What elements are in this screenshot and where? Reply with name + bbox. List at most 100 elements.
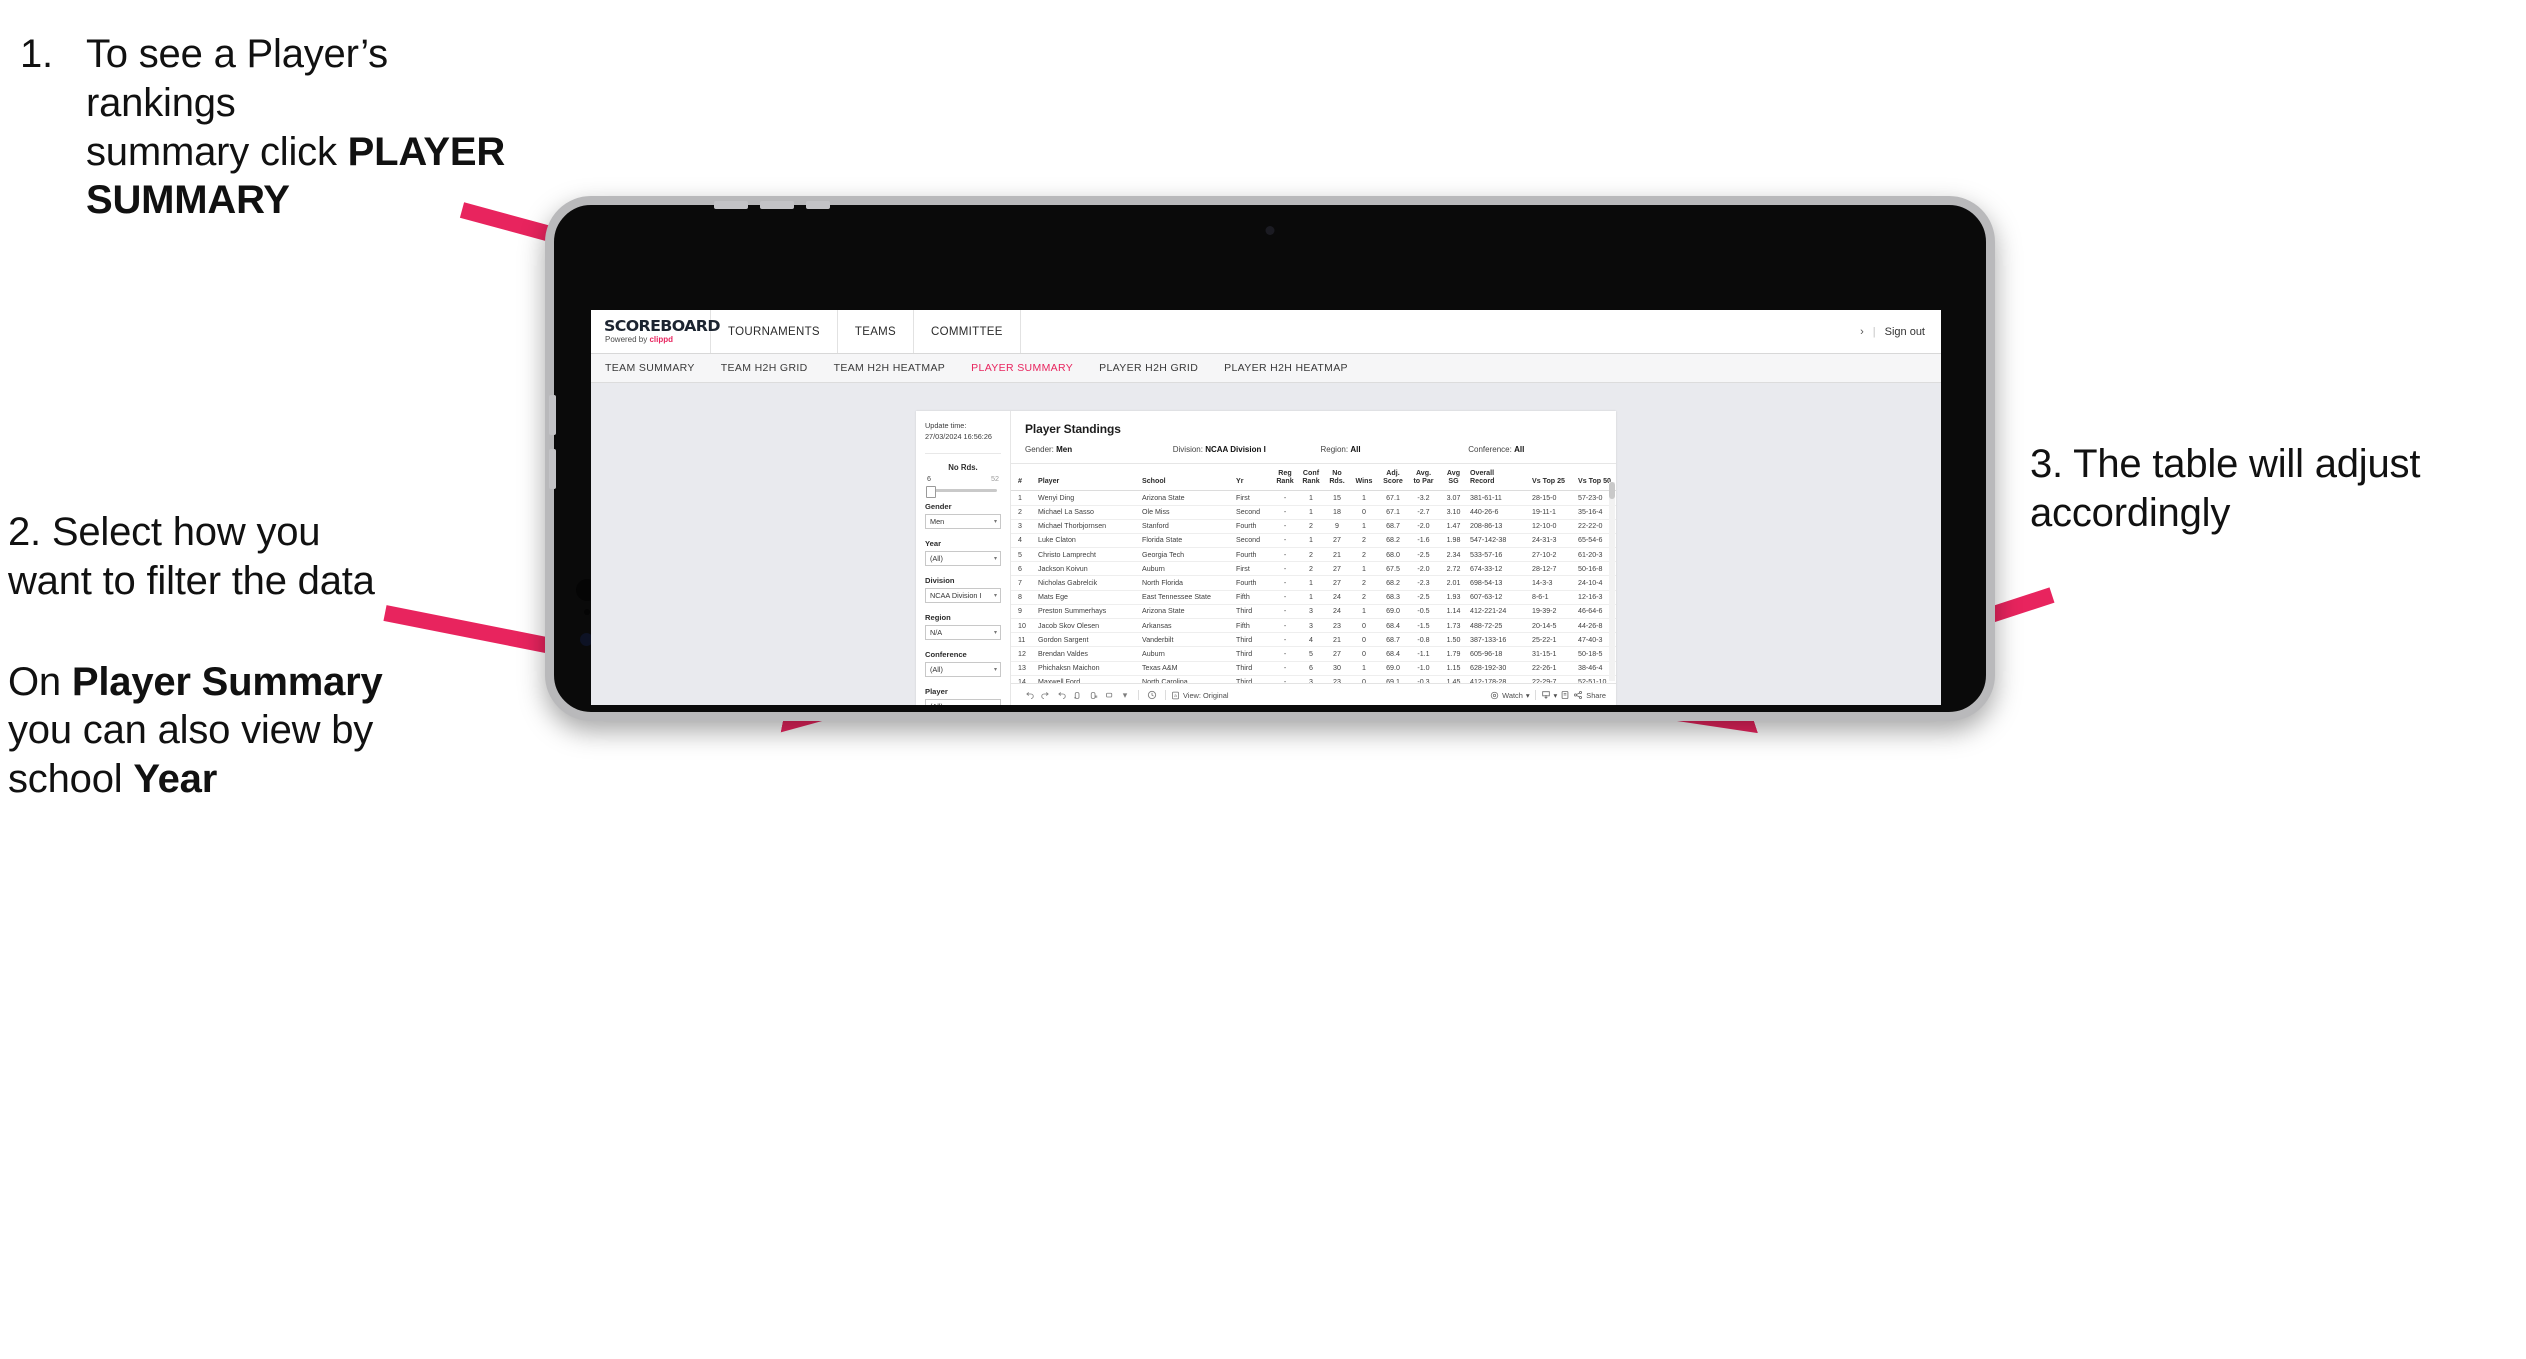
revert-icon[interactable] bbox=[1053, 691, 1069, 700]
col-reg-rank[interactable]: Reg Rank bbox=[1272, 464, 1298, 492]
table-scrollbar-thumb[interactable] bbox=[1609, 482, 1615, 499]
table-row[interactable]: 9 Preston Summerhays Arizona State Third -3 2… bbox=[1011, 604, 1616, 620]
nav-item-committee[interactable]: COMMITTEE bbox=[914, 310, 1021, 353]
sign-out-link[interactable]: Sign out bbox=[1885, 326, 1925, 338]
cell-player: Jackson Koivun bbox=[1036, 561, 1140, 577]
filter-year-select[interactable]: (All) ▾ bbox=[925, 551, 1001, 567]
svg-text:a: a bbox=[1174, 693, 1177, 698]
summary-gender-value: Men bbox=[1056, 445, 1073, 454]
col-adj-score[interactable]: Adj. Score bbox=[1378, 464, 1408, 492]
filter-panel: Update time: 27/03/2024 16:56:26 No Rds.… bbox=[916, 411, 1011, 705]
tab-player-summary[interactable]: PLAYER SUMMARY bbox=[971, 362, 1073, 374]
watch-icon bbox=[1490, 691, 1499, 700]
cell-rank: 6 bbox=[1011, 561, 1036, 577]
undo-all-icon[interactable] bbox=[1101, 691, 1117, 700]
cell-adj-score: 69.1 bbox=[1378, 675, 1408, 683]
table-scrollbar-track[interactable] bbox=[1609, 482, 1615, 681]
filter-player-select[interactable]: (All) ▾ bbox=[925, 699, 1001, 705]
table-row[interactable]: 4 Luke Claton Florida State Second -1 27 2 68.2… bbox=[1011, 533, 1616, 549]
cell-conf-rank: 1 bbox=[1298, 590, 1324, 605]
download-button[interactable]: ▾ bbox=[1541, 690, 1557, 700]
cell-rank: 8 bbox=[1011, 590, 1036, 605]
cell-school: North Carolina bbox=[1140, 675, 1234, 683]
callout-two: 2. Select how you want to filter the dat… bbox=[8, 508, 408, 804]
col-conf-rank[interactable]: Conf Rank bbox=[1298, 464, 1324, 492]
table-row[interactable]: 2 Michael La Sasso Ole Miss Second -1 18 0 67.1… bbox=[1011, 505, 1616, 520]
cell-conf-rank: 4 bbox=[1298, 632, 1324, 648]
filter-region-select[interactable]: N/A ▾ bbox=[925, 625, 1001, 641]
table-row[interactable]: 8 Mats Ege East Tennessee State Fifth -1 24 2 6… bbox=[1011, 590, 1616, 605]
fullscreen-icon[interactable] bbox=[1557, 690, 1573, 700]
refresh-icon[interactable] bbox=[1069, 691, 1085, 700]
col-school[interactable]: School bbox=[1140, 464, 1234, 492]
filter-gender-select[interactable]: Men ▾ bbox=[925, 514, 1001, 530]
cell-conf-rank: 3 bbox=[1298, 675, 1324, 683]
tab-team-summary[interactable]: TEAM SUMMARY bbox=[605, 362, 695, 374]
tab-team-h2h-heatmap[interactable]: TEAM H2H HEATMAP bbox=[834, 362, 946, 374]
camera-flash-icon bbox=[584, 609, 590, 615]
view-original-button[interactable]: a View: Original bbox=[1171, 691, 1228, 700]
nav-item-teams[interactable]: TEAMS bbox=[838, 310, 915, 353]
col-no-rds[interactable]: No Rds. bbox=[1324, 464, 1350, 492]
tab-player-h2h-grid[interactable]: PLAYER H2H GRID bbox=[1099, 362, 1198, 374]
col-overall-record[interactable]: Overall Record bbox=[1468, 464, 1530, 492]
tab-player-h2h-heatmap[interactable]: PLAYER H2H HEATMAP bbox=[1224, 362, 1348, 374]
toolbar-divider-two bbox=[1165, 690, 1166, 700]
col-yr[interactable]: Yr bbox=[1234, 464, 1272, 492]
visualization-content: Update time: 27/03/2024 16:56:26 No Rds.… bbox=[916, 411, 1616, 705]
nav-item-tournaments[interactable]: TOURNAMENTS bbox=[711, 310, 838, 353]
redo-icon[interactable] bbox=[1037, 691, 1053, 700]
table-row[interactable]: 14 Maxwell Ford North Carolina Third -3 23 0 69… bbox=[1011, 675, 1616, 683]
cell-rank: 1 bbox=[1011, 490, 1036, 506]
table-row[interactable]: 12 Brendan Valdes Auburn Third -5 27 0 68.4 -1.1… bbox=[1011, 646, 1616, 662]
col-avg-sg[interactable]: Avg SG bbox=[1439, 464, 1468, 492]
col-player[interactable]: Player bbox=[1036, 464, 1140, 492]
cell-player: Michael La Sasso bbox=[1036, 505, 1140, 520]
filter-conference-select[interactable]: (All) ▾ bbox=[925, 662, 1001, 678]
table-row[interactable]: 5 Christo Lamprecht Georgia Tech Fourth -2 21… bbox=[1011, 547, 1616, 563]
table-row[interactable]: 10 Jacob Skov Olesen Arkansas Fifth -3 23 0 68.… bbox=[1011, 618, 1616, 634]
no-rounds-slider-handle[interactable] bbox=[926, 485, 936, 498]
chevron-right-icon[interactable]: › bbox=[1860, 326, 1864, 338]
col-wins[interactable]: Wins bbox=[1350, 464, 1378, 492]
app-logo[interactable]: SCOREBOARD Powered by clippd bbox=[591, 310, 720, 353]
pause-auto-update-icon[interactable] bbox=[1085, 691, 1101, 700]
col-vs-top-25[interactable]: Vs Top 25 bbox=[1530, 464, 1576, 492]
table-row[interactable]: 1 Wenyi Ding Arizona State First -1 15 1 67.1 -3… bbox=[1011, 490, 1616, 506]
cell-vs-top-25: 14-3-3 bbox=[1530, 575, 1576, 591]
side-button-two[interactable] bbox=[549, 449, 556, 489]
cell-avg-to-par: -0.8 bbox=[1408, 632, 1439, 648]
cell-conf-rank: 2 bbox=[1298, 547, 1324, 563]
no-rounds-slider[interactable] bbox=[926, 485, 997, 498]
cell-rank: 9 bbox=[1011, 604, 1036, 620]
chevron-down-icon: ▾ bbox=[993, 630, 997, 637]
cell-player: Brendan Valdes bbox=[1036, 646, 1140, 662]
volume-down-button[interactable] bbox=[760, 201, 794, 209]
filter-year: Year (All) ▾ bbox=[925, 539, 1001, 567]
filter-division-select[interactable]: NCAA Division I ▾ bbox=[925, 588, 1001, 604]
share-button[interactable]: Share bbox=[1573, 690, 1606, 700]
col-rank[interactable]: # bbox=[1011, 464, 1036, 492]
side-button-one[interactable] bbox=[549, 395, 556, 435]
table-row[interactable]: 6 Jackson Koivun Auburn First -2 27 1 67.5 -2.0 2… bbox=[1011, 561, 1616, 577]
cell-overall-record: 698-54-13 bbox=[1468, 575, 1530, 591]
cell-vs-top-25: 28-12-7 bbox=[1530, 561, 1576, 577]
pause-icon[interactable] bbox=[1144, 690, 1160, 700]
watch-button[interactable]: Watch ▾ bbox=[1490, 691, 1530, 700]
cell-avg-to-par: -3.2 bbox=[1408, 490, 1439, 506]
table-row[interactable]: 11 Gordon Sargent Vanderbilt Third -4 21 0 68.7… bbox=[1011, 632, 1616, 648]
tab-team-h2h-grid[interactable]: TEAM H2H GRID bbox=[721, 362, 808, 374]
cell-adj-score: 69.0 bbox=[1378, 604, 1408, 620]
chevron-down-icon[interactable]: ▾ bbox=[1117, 690, 1133, 701]
filter-player: Player (All) ▾ bbox=[925, 687, 1001, 705]
power-button[interactable] bbox=[806, 201, 830, 209]
cell-conf-rank: 5 bbox=[1298, 646, 1324, 662]
col-avg-to-par[interactable]: Avg. to Par bbox=[1408, 464, 1439, 492]
table-row[interactable]: 13 Phichaksn Maichon Texas A&M Third -6 30 1 69… bbox=[1011, 661, 1616, 676]
undo-icon[interactable] bbox=[1021, 691, 1037, 700]
volume-up-button[interactable] bbox=[714, 201, 748, 209]
table-row[interactable]: 3 Michael Thorbjornsen Stanford Fourth -2 9 1 6… bbox=[1011, 519, 1616, 534]
cell-school: Arkansas bbox=[1140, 618, 1234, 634]
cell-reg-rank: - bbox=[1272, 675, 1298, 683]
table-row[interactable]: 7 Nicholas Gabrelcik North Florida Fourth -1… bbox=[1011, 575, 1616, 591]
